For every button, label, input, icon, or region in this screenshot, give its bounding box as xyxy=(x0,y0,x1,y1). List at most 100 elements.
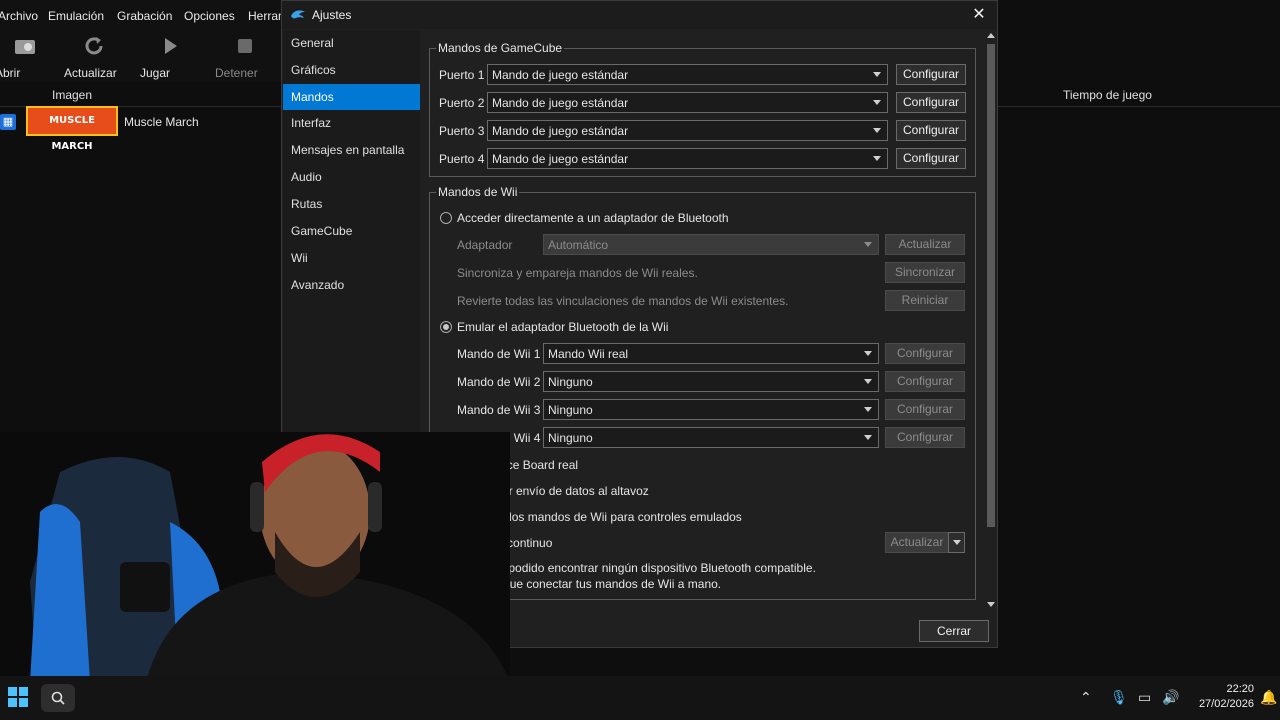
chevron-down-icon xyxy=(952,540,961,546)
scrollbar-thumb[interactable] xyxy=(987,44,995,527)
chevron-down-icon xyxy=(864,351,872,356)
scroll-down-icon[interactable] xyxy=(987,602,995,607)
nav-controllers[interactable]: Mandos xyxy=(283,84,420,110)
refresh-button[interactable]: Actualizar xyxy=(64,32,124,82)
wiimote-1-label: Mando de Wii 1 xyxy=(457,347,541,361)
clock-time: 22:20 xyxy=(1226,683,1254,695)
reset-description: Revierte todas las vinculaciones de mand… xyxy=(457,294,789,308)
wiimote-2-select[interactable]: Ninguno xyxy=(543,371,879,392)
tray-overflow-icon[interactable]: ⌃ xyxy=(1080,689,1092,706)
wiimote-4-configure-button[interactable]: Configurar xyxy=(885,427,965,448)
stop-button[interactable]: Detener xyxy=(215,32,275,82)
sync-button[interactable]: Sincronizar xyxy=(885,262,965,283)
menu-emulation[interactable]: Emulación xyxy=(48,9,104,23)
folder-icon xyxy=(15,40,35,54)
close-icon[interactable]: ✕ xyxy=(967,3,991,27)
game-list-row[interactable]: ▦ MUSCLE MARCH Muscle March xyxy=(0,106,290,152)
refresh-icon xyxy=(85,37,103,55)
settings-scrollbar[interactable] xyxy=(985,30,997,610)
gamecube-group-title: Mandos de GameCube xyxy=(438,41,563,55)
emulate-radio[interactable] xyxy=(440,321,452,333)
wiimote-1-select[interactable]: Mando Wii real xyxy=(543,343,879,364)
open-button[interactable]: Abrir xyxy=(0,32,55,82)
microphone-icon[interactable]: 🎙 xyxy=(1110,689,1128,706)
nav-advanced[interactable]: Avanzado xyxy=(283,272,420,298)
nav-paths[interactable]: Rutas xyxy=(283,191,420,217)
adapter-refresh-button[interactable]: Actualizar xyxy=(885,234,965,255)
port-1-label: Puerto 1 xyxy=(439,68,485,82)
menu-options[interactable]: Opciones xyxy=(184,9,235,23)
volume-icon[interactable]: 🔊 xyxy=(1162,689,1179,706)
close-button[interactable]: Cerrar xyxy=(919,620,989,642)
port-4-label: Puerto 4 xyxy=(439,152,485,166)
wiimote-3-label: Mando de Wii 3 xyxy=(457,403,541,417)
sync-description: Sincroniza y empareja mandos de Wii real… xyxy=(457,266,698,280)
wii-group-title: Mandos de Wii xyxy=(438,185,518,199)
stop-icon xyxy=(238,39,252,53)
port-1-select[interactable]: Mando de juego estándar xyxy=(487,64,888,85)
main-toolbar: Abrir Actualizar Jugar Detener xyxy=(0,32,290,82)
no-device-message-line1: No se ha podido encontrar ningún disposi… xyxy=(457,561,816,575)
dialog-title: Ajustes xyxy=(312,8,352,22)
chevron-down-icon xyxy=(873,156,881,161)
port-3-select[interactable]: Mando de juego estándar xyxy=(487,120,888,141)
play-icon xyxy=(165,38,177,54)
scan-refresh-button[interactable]: Actualizar xyxy=(885,532,949,553)
chevron-down-icon xyxy=(864,407,872,412)
port-2-select[interactable]: Mando de juego estándar xyxy=(487,92,888,113)
dolphin-icon xyxy=(291,10,305,19)
nav-wii[interactable]: Wii xyxy=(283,245,420,271)
port-4-configure-button[interactable]: Configurar xyxy=(896,148,966,169)
taskbar-clock[interactable]: 22:20 27/02/2026 xyxy=(1199,682,1254,712)
port-1-configure-button[interactable]: Configurar xyxy=(896,64,966,85)
wiimote-2-configure-button[interactable]: Configurar xyxy=(885,371,965,392)
windows-start-icon[interactable] xyxy=(8,687,28,707)
port-4-select[interactable]: Mando de juego estándar xyxy=(487,148,888,169)
search-button[interactable] xyxy=(41,684,75,712)
main-menubar: Archivo Emulación Grabación Opciones Her… xyxy=(0,0,290,32)
nav-audio[interactable]: Audio xyxy=(283,164,420,190)
nav-graphics[interactable]: Gráficos xyxy=(283,57,420,83)
chevron-down-icon xyxy=(873,72,881,77)
port-3-label: Puerto 3 xyxy=(439,124,485,138)
nav-interface[interactable]: Interfaz xyxy=(283,110,420,136)
wiimote-2-label: Mando de Wii 2 xyxy=(457,375,541,389)
adapter-select[interactable]: Automático xyxy=(543,234,879,255)
nav-general[interactable]: General xyxy=(283,30,420,56)
wii-platform-icon: ▦ xyxy=(0,114,16,130)
menu-file[interactable]: Archivo xyxy=(0,9,38,23)
emulate-radio-label[interactable]: Emular el adaptador Bluetooth de la Wii xyxy=(457,320,668,334)
taskbar: ⌃ 🎙 ▭ 🔊 22:20 27/02/2026 🔔 xyxy=(0,676,1280,720)
passthrough-radio-label[interactable]: Acceder directamente a un adaptador de B… xyxy=(457,211,729,225)
scan-dropdown-button[interactable] xyxy=(948,532,965,553)
wiimote-1-configure-button[interactable]: Configurar xyxy=(885,343,965,364)
port-2-label: Puerto 2 xyxy=(439,96,485,110)
reset-button[interactable]: Reiniciar xyxy=(885,290,965,311)
menu-recording[interactable]: Grabación xyxy=(117,9,172,23)
wiimote-3-select[interactable]: Ninguno xyxy=(543,399,879,420)
chevron-down-icon xyxy=(864,435,872,440)
adapter-label: Adaptador xyxy=(457,238,513,252)
scroll-up-icon[interactable] xyxy=(987,33,995,38)
column-image[interactable]: Imagen xyxy=(52,88,92,102)
port-2-configure-button[interactable]: Configurar xyxy=(896,92,966,113)
column-playtime[interactable]: Tiempo de juego xyxy=(1063,88,1152,102)
port-3-configure-button[interactable]: Configurar xyxy=(896,120,966,141)
wiimote-3-configure-button[interactable]: Configurar xyxy=(885,399,965,420)
notification-icon[interactable]: 🔔 xyxy=(1260,689,1277,706)
dialog-titlebar: Ajustes ✕ xyxy=(282,1,997,29)
game-banner: MUSCLE MARCH xyxy=(26,106,118,152)
clock-date: 27/02/2026 xyxy=(1198,698,1254,710)
chevron-down-icon xyxy=(864,379,872,384)
chevron-down-icon xyxy=(873,128,881,133)
nav-gamecube[interactable]: GameCube xyxy=(283,218,420,244)
nav-osd[interactable]: Mensajes en pantalla xyxy=(283,137,420,163)
search-icon xyxy=(51,691,65,705)
network-icon[interactable]: ▭ xyxy=(1138,689,1151,706)
game-title: Muscle March xyxy=(124,115,199,129)
chevron-down-icon xyxy=(864,242,872,247)
chevron-down-icon xyxy=(873,100,881,105)
passthrough-radio[interactable] xyxy=(440,212,452,224)
play-button[interactable]: Jugar xyxy=(140,32,200,82)
wiimote-4-select[interactable]: Ninguno xyxy=(543,427,879,448)
